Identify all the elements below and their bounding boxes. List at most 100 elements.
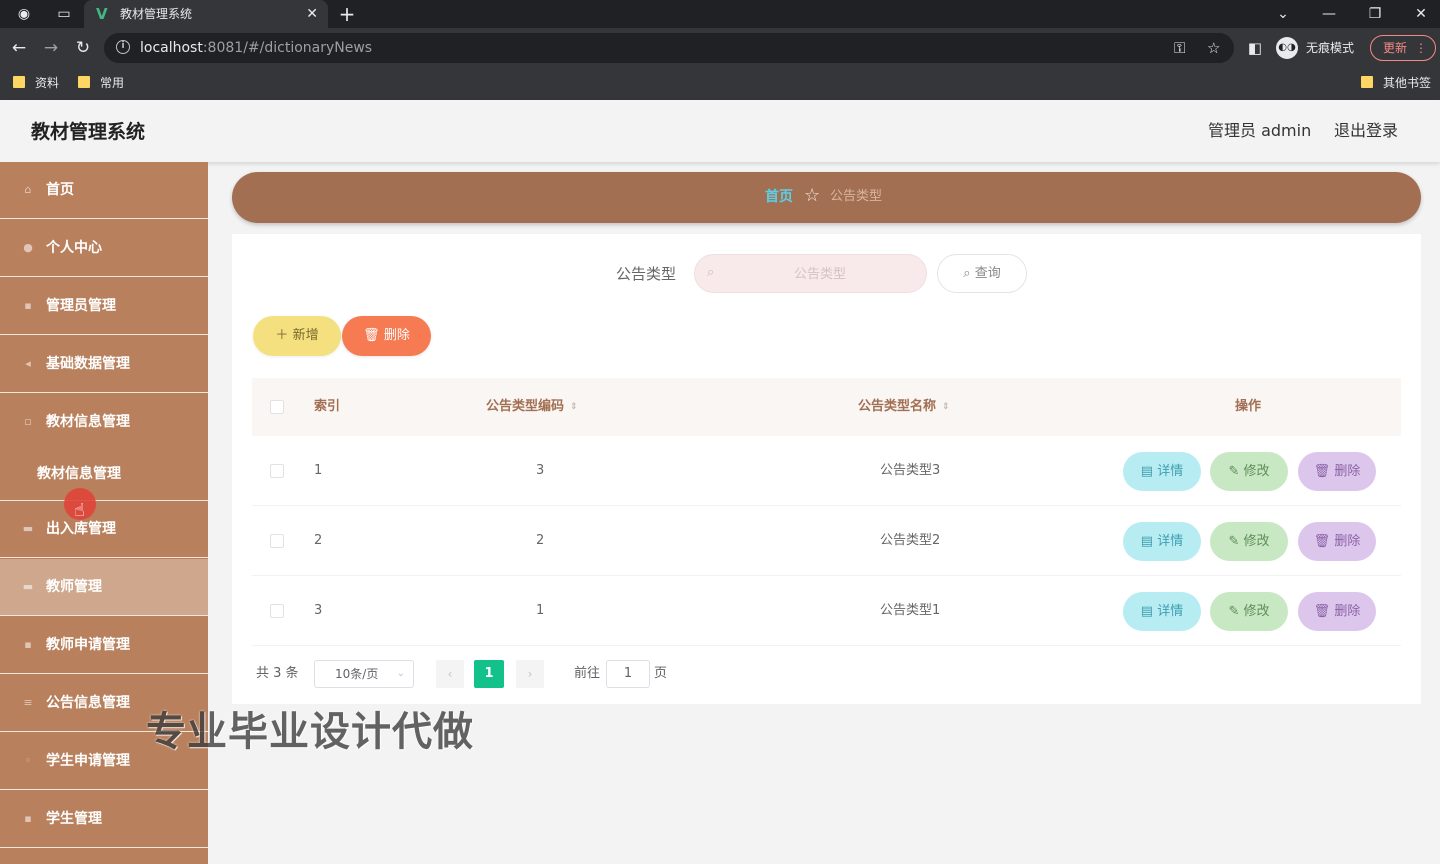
incognito-icon[interactable]: ◐◑ bbox=[1276, 37, 1298, 59]
search-icon: ⌕ bbox=[963, 266, 975, 281]
update-button[interactable]: 更新 ⋮ bbox=[1370, 35, 1436, 61]
cell-code: 3 bbox=[536, 463, 545, 478]
vue-logo-icon: V bbox=[96, 5, 108, 23]
page-number-current[interactable]: 1 bbox=[474, 660, 504, 688]
table-header: 索引 公告类型编码 ⇕ 公告类型名称 ⇕ 操作 bbox=[252, 378, 1401, 436]
chevron-down-icon: ⌄ bbox=[396, 668, 405, 679]
sidebar-item-profile[interactable]: ● 个人中心 bbox=[0, 220, 208, 277]
sidebar-item-stock[interactable]: ▬ 出入库管理 bbox=[0, 501, 208, 558]
other-bookmarks[interactable]: 其他书签 bbox=[1361, 75, 1431, 91]
document-icon: ▤ bbox=[1140, 464, 1158, 479]
trash-icon: 🗑 bbox=[363, 328, 384, 343]
folder-icon bbox=[78, 76, 90, 88]
home-icon: ⌂ bbox=[24, 183, 32, 196]
table-row: 3 1 公告类型1 ▤ 详情 ✎ 修改 🗑 删除 bbox=[252, 576, 1401, 646]
cell-name: 公告类型3 bbox=[880, 463, 941, 478]
sidebar-item-students[interactable]: ▪ 学生管理 bbox=[0, 791, 208, 848]
incognito-label: 无痕模式 bbox=[1306, 41, 1355, 55]
bookmark-folder-2[interactable]: 常用 bbox=[78, 75, 124, 91]
search-field[interactable]: ⌕ bbox=[694, 254, 927, 293]
delete-button[interactable]: 🗑 删除 bbox=[1298, 452, 1376, 491]
row-checkbox[interactable] bbox=[270, 604, 284, 618]
address-bar: ← → ↻ i localhost:8081/#/dictionaryNews … bbox=[0, 28, 1440, 68]
cell-name: 公告类型2 bbox=[880, 533, 941, 548]
bookmarks-bar: 资料 常用 其他书签 bbox=[0, 68, 1440, 100]
cell-index: 1 bbox=[314, 463, 323, 478]
prev-page-button[interactable]: ‹ bbox=[436, 660, 464, 688]
sidebar-item-basic-data[interactable]: ◂ 基础数据管理 bbox=[0, 336, 208, 393]
window-close-icon[interactable]: ✕ bbox=[1411, 4, 1431, 24]
edit-button[interactable]: ✎ 修改 bbox=[1210, 592, 1288, 631]
book-icon: ▫ bbox=[24, 415, 32, 428]
detail-button[interactable]: ▤ 详情 bbox=[1123, 522, 1201, 561]
search-label: 公告类型 bbox=[616, 265, 677, 283]
edit-button[interactable]: ✎ 修改 bbox=[1210, 452, 1288, 491]
forward-icon[interactable]: → bbox=[41, 38, 61, 58]
app-title: 教材管理系统 bbox=[31, 121, 146, 143]
sidebar-item-teachers[interactable]: ▬ 教师管理 bbox=[0, 559, 208, 616]
maximize-icon[interactable]: ❐ bbox=[1365, 4, 1385, 24]
query-button[interactable]: ⌕ 查询 bbox=[937, 254, 1027, 293]
batch-delete-button[interactable]: 🗑 删除 bbox=[342, 316, 431, 356]
select-all-checkbox[interactable] bbox=[270, 400, 284, 414]
pagination: 共 3 条 10条/页 ⌄ ‹ 1 › 前往 1 页 bbox=[256, 660, 856, 688]
sidebar-subitem-textbooks[interactable]: 教材信息管理 bbox=[0, 444, 208, 501]
bookmark-star-icon[interactable]: ☆ bbox=[1207, 38, 1220, 58]
url-field[interactable]: i localhost:8081/#/dictionaryNews ⚿ ☆ bbox=[104, 33, 1234, 63]
sort-icon[interactable]: ⇕ bbox=[942, 403, 950, 412]
breadcrumb-current: 公告类型 bbox=[830, 189, 883, 204]
browser-tab[interactable]: V 教材管理系统 ✕ bbox=[84, 0, 328, 28]
sidebar-item-admins[interactable]: ▪ 管理员管理 bbox=[0, 278, 208, 335]
new-tab-icon[interactable]: + bbox=[337, 4, 357, 24]
sidebar-item-teacher-apply[interactable]: ▪ 教师申请管理 bbox=[0, 617, 208, 674]
browser-menu-icon[interactable]: ◉ bbox=[14, 4, 34, 24]
logout-button[interactable]: 退出登录 bbox=[1334, 121, 1398, 141]
tab-title: 教材管理系统 bbox=[120, 7, 193, 21]
bookmark-folder-1[interactable]: 资料 bbox=[13, 75, 59, 91]
search-input[interactable] bbox=[725, 263, 915, 285]
sidebar: ⌂ 首页 ● 个人中心 ▪ 管理员管理 ◂ 基础数据管理 ▫ 教材信息管理 教材… bbox=[0, 162, 208, 864]
page-size-select[interactable]: 10条/页 ⌄ bbox=[314, 660, 414, 688]
site-info-icon[interactable]: i bbox=[116, 40, 130, 54]
back-icon[interactable]: ← bbox=[9, 38, 29, 58]
key-icon[interactable]: ⚿ bbox=[1174, 38, 1185, 58]
delete-button[interactable]: 🗑 删除 bbox=[1298, 522, 1376, 561]
folder-icon bbox=[1361, 76, 1373, 88]
data-icon: ◂ bbox=[25, 357, 31, 370]
sidebar-item-home[interactable]: ⌂ 首页 bbox=[0, 162, 208, 219]
window-icon[interactable]: ▭ bbox=[54, 4, 74, 24]
chevron-left-icon: ‹ bbox=[447, 667, 453, 681]
column-header-code[interactable]: 公告类型编码 ⇕ bbox=[486, 398, 578, 416]
sidebar-item-textbooks[interactable]: ▫ 教材信息管理 bbox=[0, 394, 208, 444]
cell-code: 2 bbox=[536, 533, 545, 548]
detail-button[interactable]: ▤ 详情 bbox=[1123, 452, 1201, 491]
notice-icon: ≡ bbox=[23, 696, 33, 709]
reload-icon[interactable]: ↻ bbox=[73, 38, 93, 58]
pencil-icon: ✎ bbox=[1228, 534, 1244, 549]
document-icon: ▤ bbox=[1140, 534, 1158, 549]
trash-icon: 🗑 bbox=[1313, 534, 1335, 549]
cell-name: 公告类型1 bbox=[880, 603, 941, 618]
breadcrumb-home[interactable]: 首页 bbox=[765, 188, 793, 206]
edit-button[interactable]: ✎ 修改 bbox=[1210, 522, 1288, 561]
column-header-name[interactable]: 公告类型名称 ⇕ bbox=[858, 398, 950, 416]
url-text: localhost:8081/#/dictionaryNews bbox=[140, 40, 373, 56]
tab-close-icon[interactable]: ✕ bbox=[306, 5, 318, 23]
folder-icon bbox=[13, 76, 25, 88]
goto-page-input[interactable]: 1 bbox=[606, 660, 650, 688]
row-checkbox[interactable] bbox=[270, 534, 284, 548]
more-icon: ⋮ bbox=[1415, 41, 1427, 55]
stock-icon: ▬ bbox=[22, 522, 34, 535]
trash-icon: 🗑 bbox=[1313, 604, 1335, 619]
sort-icon[interactable]: ⇕ bbox=[570, 403, 578, 412]
delete-button[interactable]: 🗑 删除 bbox=[1298, 592, 1376, 631]
row-checkbox[interactable] bbox=[270, 464, 284, 478]
next-page-button[interactable]: › bbox=[516, 660, 544, 688]
current-user-label: 管理员 admin bbox=[1208, 121, 1312, 140]
add-button[interactable]: ＋ 新增 bbox=[253, 316, 341, 356]
column-header-index: 索引 bbox=[314, 399, 341, 414]
tab-search-icon[interactable]: ⌄ bbox=[1273, 4, 1293, 24]
minimize-icon[interactable]: — bbox=[1319, 4, 1339, 24]
detail-button[interactable]: ▤ 详情 bbox=[1123, 592, 1201, 631]
side-panel-icon[interactable]: ◧ bbox=[1245, 38, 1265, 58]
